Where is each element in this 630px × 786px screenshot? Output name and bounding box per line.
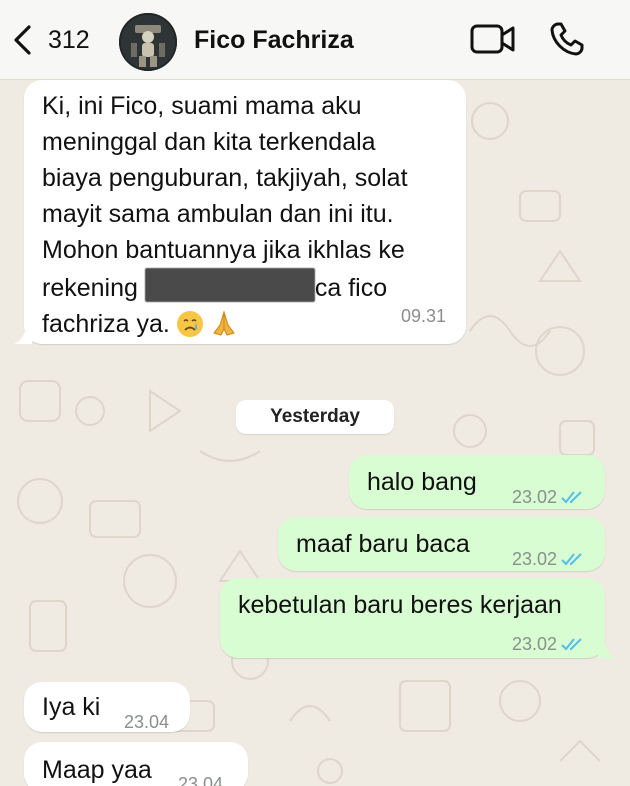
message-text-part: rekening — [42, 274, 138, 302]
message-line: biaya penguburan, takjiyah, solat — [42, 164, 408, 192]
message-line: meninggal dan kita terkendala — [42, 128, 376, 156]
message-text: halo bang — [367, 468, 477, 496]
read-ticks-icon — [561, 638, 582, 651]
message-text: Maap yaa — [42, 756, 152, 784]
message-time: 09.31 — [400, 306, 446, 326]
message-line: mayit sama ambulan dan ini itu. — [42, 200, 394, 228]
outgoing-message[interactable]: kebetulan baru beres kerjaan 23.02 — [220, 578, 605, 658]
video-call-button[interactable] — [470, 22, 516, 56]
bubble-tail — [14, 326, 32, 344]
message-text-part: ca fico — [314, 274, 388, 302]
message-status: 23.02 — [512, 541, 587, 577]
chevron-left-icon — [14, 25, 31, 55]
chat-header: 312 Fico Fachriza — [0, 0, 630, 80]
back-button[interactable]: 312 — [12, 22, 90, 58]
read-ticks-icon — [561, 491, 582, 504]
message-text: maaf baru baca — [296, 530, 470, 558]
incoming-message[interactable]: Ki, ini Fico, suami mama aku meninggal d… — [24, 80, 466, 344]
incoming-message[interactable]: Maap yaa 23.04 — [24, 742, 248, 786]
crying-face-emoji — [176, 311, 203, 337]
message-time: 23.02 — [511, 487, 557, 507]
message-line: rekening ca fico — [42, 268, 462, 306]
bubble-tail — [598, 640, 616, 658]
redacted-account-number — [144, 268, 315, 302]
video-call-icon — [470, 24, 515, 54]
message-status: 23.02 — [512, 479, 587, 515]
date-separator: Yesterday — [236, 400, 394, 434]
message-line: Ki, ini Fico, suami mama aku — [42, 92, 362, 120]
read-ticks-icon — [561, 553, 582, 566]
message-time: 23.04 — [178, 774, 224, 786]
message-time: 23.04 — [124, 712, 170, 732]
unread-count: 312 — [48, 25, 90, 54]
message-line: Mohon bantuannya jika ikhlas ke — [42, 236, 405, 264]
message-text-part: fachriza ya. — [42, 310, 170, 338]
contact-name[interactable]: Fico Fachriza — [194, 26, 354, 55]
phone-icon — [550, 22, 584, 56]
voice-call-button[interactable] — [548, 20, 586, 58]
avatar-image — [119, 13, 177, 71]
message-text: kebetulan baru beres kerjaan — [238, 591, 562, 619]
message-text: Ki, ini Fico, suami mama aku meninggal d… — [42, 88, 462, 342]
incoming-message[interactable]: Iya ki 23.04 — [24, 682, 190, 732]
avatar[interactable] — [119, 13, 177, 71]
outgoing-message[interactable]: halo bang 23.02 — [349, 455, 605, 509]
message-line: fachriza ya. — [42, 306, 462, 342]
folded-hands-emoji — [210, 309, 238, 337]
message-text: Iya ki — [42, 693, 101, 721]
outgoing-message[interactable]: maaf baru baca 23.02 — [278, 517, 605, 571]
message-time: 23.02 — [511, 634, 557, 654]
message-time: 23.02 — [511, 549, 557, 569]
message-status: 23.02 — [512, 626, 587, 662]
